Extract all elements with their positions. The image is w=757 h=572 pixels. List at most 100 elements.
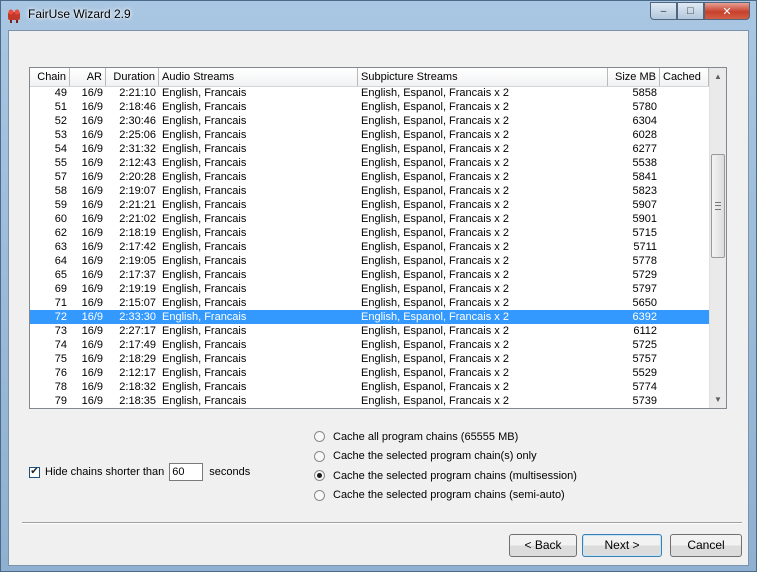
- cell-size-mb: 6277: [632, 143, 657, 155]
- cell-chain: 58: [54, 185, 67, 197]
- cell-subpicture-streams: English, Espanol, Francais x 2: [361, 129, 509, 141]
- cell-subpicture-streams: English, Espanol, Francais x 2: [361, 213, 509, 225]
- header-col-subpicture-streams[interactable]: Subpicture Streams: [358, 68, 608, 86]
- cell-size-mb: 5858: [632, 87, 657, 99]
- cache-option-1[interactable]: Cache the selected program chain(s) only: [314, 447, 577, 467]
- cache-option-2[interactable]: Cache the selected program chains (multi…: [314, 466, 577, 486]
- cache-options-group: Cache all program chains (65555 MB) Cache…: [314, 427, 577, 505]
- cell-duration: 2:12:17: [119, 367, 156, 379]
- table-row[interactable]: 76 16/9 2:12:17 English, Francais English, E…: [30, 366, 709, 380]
- cell-cached: [660, 170, 709, 184]
- cell-size-mb: 5739: [632, 395, 657, 407]
- cell-cached: [660, 142, 709, 156]
- cell-ar: 16/9: [81, 143, 103, 155]
- minimize-button[interactable]: –: [650, 2, 677, 20]
- cell-audio-streams: English, Francais: [162, 269, 247, 281]
- grip-icon: [715, 202, 721, 210]
- cell-chain: 64: [54, 255, 67, 267]
- table-row[interactable]: 52 16/9 2:30:46 English, Francais English, E…: [30, 114, 709, 128]
- vertical-scrollbar[interactable]: ▲ ▼: [709, 68, 726, 408]
- back-button[interactable]: < Back: [509, 534, 577, 557]
- title-bar[interactable]: FairUse Wizard 2.9 – □ ✕: [1, 1, 756, 29]
- table-row[interactable]: 63 16/9 2:17:42 English, Francais English, E…: [30, 240, 709, 254]
- cache-option-3[interactable]: Cache the selected program chains (semi-…: [314, 486, 577, 506]
- table-row[interactable]: 64 16/9 2:19:05 English, Francais English, E…: [30, 254, 709, 268]
- cell-duration: 2:18:29: [119, 353, 156, 365]
- table-row[interactable]: 79 16/9 2:18:35 English, Francais English, E…: [30, 394, 709, 408]
- table-row[interactable]: 57 16/9 2:20:28 English, Francais English, E…: [30, 170, 709, 184]
- cell-audio-streams: English, Francais: [162, 325, 247, 337]
- table-row[interactable]: 75 16/9 2:18:29 English, Francais English, E…: [30, 352, 709, 366]
- table-row[interactable]: 55 16/9 2:12:43 English, Francais English, E…: [30, 156, 709, 170]
- cell-duration: 2:20:28: [119, 171, 156, 183]
- min-seconds-input[interactable]: [169, 463, 204, 481]
- cell-duration: 2:12:43: [119, 157, 156, 169]
- cell-duration: 2:21:10: [119, 87, 156, 99]
- maximize-button[interactable]: □: [677, 2, 704, 20]
- cell-ar: 16/9: [81, 101, 103, 113]
- scroll-up-button[interactable]: ▲: [710, 68, 726, 85]
- next-button[interactable]: Next >: [582, 534, 662, 557]
- cell-ar: 16/9: [81, 157, 103, 169]
- cell-duration: 2:18:46: [119, 101, 156, 113]
- caption-buttons: – □ ✕: [650, 2, 750, 21]
- cell-cached: [660, 226, 709, 240]
- cell-cached: [660, 338, 709, 352]
- close-button[interactable]: ✕: [704, 2, 750, 20]
- table-row[interactable]: 72 16/9 2:33:30 English, Francais English, E…: [30, 310, 709, 324]
- header-col-cached[interactable]: Cached: [660, 68, 709, 86]
- table-row[interactable]: 69 16/9 2:19:19 English, Francais English, E…: [30, 282, 709, 296]
- cell-audio-streams: English, Francais: [162, 185, 247, 197]
- maximize-icon: □: [687, 5, 694, 17]
- header-col-audio-streams[interactable]: Audio Streams: [159, 68, 358, 86]
- table-row[interactable]: 53 16/9 2:25:06 English, Francais English, E…: [30, 128, 709, 142]
- cell-duration: 2:17:42: [119, 241, 156, 253]
- table-row[interactable]: 58 16/9 2:19:07 English, Francais English, E…: [30, 184, 709, 198]
- scroll-down-button[interactable]: ▼: [710, 391, 726, 408]
- table-row[interactable]: 51 16/9 2:18:46 English, Francais English, E…: [30, 100, 709, 114]
- cell-ar: 16/9: [81, 325, 103, 337]
- cell-ar: 16/9: [81, 283, 103, 295]
- cell-chain: 75: [54, 353, 67, 365]
- cell-ar: 16/9: [81, 171, 103, 183]
- cell-audio-streams: English, Francais: [162, 381, 247, 393]
- cell-duration: 2:15:07: [119, 297, 156, 309]
- cell-ar: 16/9: [81, 353, 103, 365]
- checkmark-icon: ✔: [30, 466, 39, 477]
- table-row[interactable]: 49 16/9 2:21:10 English, Francais English, E…: [30, 86, 709, 100]
- cancel-button[interactable]: Cancel: [670, 534, 742, 557]
- table-row[interactable]: 59 16/9 2:21:21 English, Francais English, E…: [30, 198, 709, 212]
- cell-cached: [660, 198, 709, 212]
- program-chains-table[interactable]: Chain AR Duration Audio Streams Subpicture S…: [29, 67, 727, 409]
- header-col-duration[interactable]: Duration: [106, 68, 159, 86]
- radio-button[interactable]: [314, 489, 325, 501]
- radio-button[interactable]: [314, 450, 325, 462]
- header-col-size-mb[interactable]: Size MB: [608, 68, 660, 86]
- cell-duration: 2:19:05: [119, 255, 156, 267]
- table-row[interactable]: 74 16/9 2:17:49 English, Francais English, E…: [30, 338, 709, 352]
- hide-chains-option: ✔ Hide chains shorter than seconds: [29, 463, 250, 481]
- radio-button[interactable]: [314, 470, 325, 482]
- cell-ar: 16/9: [81, 381, 103, 393]
- header-col-chain[interactable]: Chain: [30, 68, 70, 86]
- cell-size-mb: 5715: [632, 227, 657, 239]
- table-row[interactable]: 71 16/9 2:15:07 English, Francais English, E…: [30, 296, 709, 310]
- table-row[interactable]: 73 16/9 2:27:17 English, Francais English, E…: [30, 324, 709, 338]
- window-title: FairUse Wizard 2.9: [28, 7, 131, 21]
- table-row[interactable]: 54 16/9 2:31:32 English, Francais English, E…: [30, 142, 709, 156]
- table-row[interactable]: 60 16/9 2:21:02 English, Francais English, E…: [30, 212, 709, 226]
- cell-audio-streams: English, Francais: [162, 297, 247, 309]
- scroll-thumb[interactable]: [711, 154, 725, 258]
- radio-button[interactable]: [314, 431, 325, 443]
- cell-cached: [660, 268, 709, 282]
- cell-subpicture-streams: English, Espanol, Francais x 2: [361, 367, 509, 379]
- table-row[interactable]: 65 16/9 2:17:37 English, Francais English, E…: [30, 268, 709, 282]
- hide-chains-checkbox[interactable]: ✔: [29, 466, 40, 478]
- cell-cached: [660, 86, 709, 100]
- cell-subpicture-streams: English, Espanol, Francais x 2: [361, 311, 509, 323]
- header-col-ar[interactable]: AR: [70, 68, 106, 86]
- cache-option-0[interactable]: Cache all program chains (65555 MB): [314, 427, 577, 447]
- cell-audio-streams: English, Francais: [162, 171, 247, 183]
- table-row[interactable]: 62 16/9 2:18:19 English, Francais English, E…: [30, 226, 709, 240]
- table-row[interactable]: 78 16/9 2:18:32 English, Francais English, E…: [30, 380, 709, 394]
